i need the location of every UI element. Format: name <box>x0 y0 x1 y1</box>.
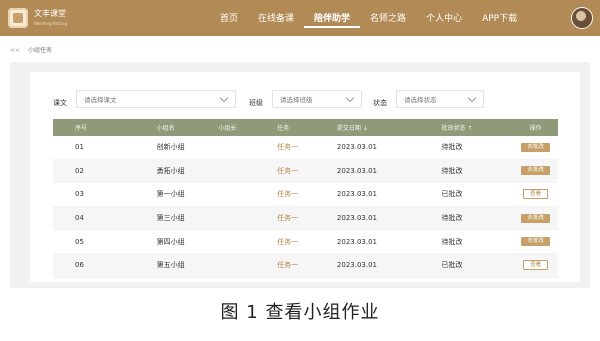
chevron-down-icon <box>345 93 355 103</box>
filter-label-lesson: 课文 <box>53 99 67 107</box>
cell-group: 第三小组 <box>156 214 185 223</box>
cell-group: 第四小组 <box>156 237 185 246</box>
cell-date: 2023.03.01 <box>336 214 377 223</box>
chevron-down-icon <box>219 93 229 103</box>
cell-action: 去批改 <box>513 213 558 223</box>
cell-status: 已批改 <box>441 261 463 270</box>
top-navigation-bar: 文丰课堂 Wenfeng Ketang 首页 在线备课 陪伴助学 名师之路 个人… <box>0 0 600 36</box>
logo-icon[interactable] <box>8 8 28 28</box>
cell-action: 去批改 <box>513 237 558 247</box>
nav-app-download[interactable]: APP下载 <box>472 10 527 28</box>
filter-label-class: 班级 <box>249 99 263 107</box>
class-select[interactable]: 请选择班级 <box>272 90 362 108</box>
group-task-table: 序号 小组名 小组长 任务 提交日期 ↓ 批改状态 ↑ 操作 01 创新小组 任… <box>53 119 558 278</box>
grade-button[interactable]: 去批改 <box>521 213 550 223</box>
column-header-task: 任务 <box>277 125 290 132</box>
cell-no: 04 <box>75 214 84 223</box>
view-button[interactable]: 查看 <box>523 189 549 200</box>
back-chevron-icon[interactable]: << <box>10 47 20 54</box>
status-select[interactable]: 请选择状态 <box>396 90 484 108</box>
cell-group: 创新小组 <box>156 143 185 152</box>
cell-action: 查看 <box>513 260 558 271</box>
cell-no: 06 <box>75 261 84 270</box>
avatar[interactable] <box>572 8 592 28</box>
table-row: 05 第四小组 任务一 2023.03.01 待批改 去批改 <box>53 230 558 254</box>
lesson-select[interactable]: 请选择课文 <box>76 90 236 108</box>
cell-date: 2023.03.01 <box>336 261 377 270</box>
lesson-select-placeholder: 请选择课文 <box>84 96 117 104</box>
status-select-placeholder: 请选择状态 <box>404 96 437 104</box>
column-header-date[interactable]: 提交日期 ↓ <box>337 123 442 132</box>
grade-button[interactable]: 去批改 <box>521 166 550 176</box>
cell-no: 01 <box>75 143 84 152</box>
column-header-status[interactable]: 批改状态 ↑ <box>441 123 513 132</box>
nav-home[interactable]: 首页 <box>210 10 248 28</box>
cell-status: 待批改 <box>441 166 463 175</box>
cell-task: 任务一 <box>277 143 299 152</box>
cell-task: 任务一 <box>277 261 299 270</box>
cell-task: 任务一 <box>277 214 299 223</box>
view-button[interactable]: 查看 <box>523 260 549 271</box>
column-header-no: 序号 <box>75 125 88 132</box>
grade-button[interactable]: 去批改 <box>521 237 550 247</box>
breadcrumb: << 小组任务 <box>10 45 52 54</box>
column-header-group: 小组名 <box>156 125 175 132</box>
nav-master-teacher[interactable]: 名师之路 <box>360 10 416 28</box>
nav-companion-learning[interactable]: 陪伴助学 <box>304 10 361 28</box>
brand-subtitle: Wenfeng Ketang <box>34 21 67 26</box>
table-row: 02 勇拓小组 任务一 2023.03.01 待批改 去批改 <box>53 159 558 184</box>
nav-online-lesson-prep[interactable]: 在线备课 <box>248 10 304 28</box>
nav-personal-center[interactable]: 个人中心 <box>416 10 472 28</box>
cell-status: 待批改 <box>441 214 463 223</box>
cell-status: 已批改 <box>441 190 463 199</box>
figure-caption: 图 1 查看小组作业 <box>220 302 380 323</box>
table-row: 01 创新小组 任务一 2023.03.01 待批改 去批改 <box>53 136 558 160</box>
table-row: 06 第五小组 任务一 2023.03.01 已批改 查看 <box>53 253 558 278</box>
cell-action: 去批改 <box>513 166 558 176</box>
cell-group: 第一小组 <box>156 190 185 199</box>
brand-name: 文丰课堂 <box>34 9 66 18</box>
class-select-placeholder: 请选择班级 <box>280 96 313 104</box>
cell-group: 勇拓小组 <box>156 166 185 175</box>
cell-no: 03 <box>75 190 84 199</box>
table-row: 03 第一小组 任务一 2023.03.01 已批改 查看 <box>53 183 558 207</box>
cell-task: 任务一 <box>277 166 299 175</box>
cell-status: 待批改 <box>441 143 463 152</box>
cell-group: 第五小组 <box>156 261 185 270</box>
table-header: 序号 小组名 小组长 任务 提交日期 ↓ 批改状态 ↑ 操作 <box>53 119 558 136</box>
cell-action: 查看 <box>513 189 558 200</box>
chevron-down-icon <box>467 93 477 103</box>
breadcrumb-current: 小组任务 <box>27 47 52 54</box>
main-nav: 首页 在线备课 陪伴助学 名师之路 个人中心 APP下载 <box>210 10 527 28</box>
cell-date: 2023.03.01 <box>336 143 377 152</box>
grade-button[interactable]: 去批改 <box>521 142 550 152</box>
cell-task: 任务一 <box>277 190 299 199</box>
cell-task: 任务一 <box>277 237 299 246</box>
cell-no: 05 <box>75 237 84 246</box>
cell-status: 待批改 <box>441 237 463 246</box>
table-row: 04 第三小组 任务一 2023.03.01 待批改 去批改 <box>53 206 558 231</box>
cell-date: 2023.03.01 <box>336 166 377 175</box>
cell-action: 去批改 <box>513 142 558 152</box>
filter-label-status: 状态 <box>373 99 387 107</box>
column-header-leader: 小组长 <box>218 125 237 132</box>
cell-no: 02 <box>75 166 84 175</box>
cell-date: 2023.03.01 <box>336 190 377 199</box>
cell-date: 2023.03.01 <box>336 237 377 246</box>
column-header-action: 操作 <box>529 125 542 132</box>
